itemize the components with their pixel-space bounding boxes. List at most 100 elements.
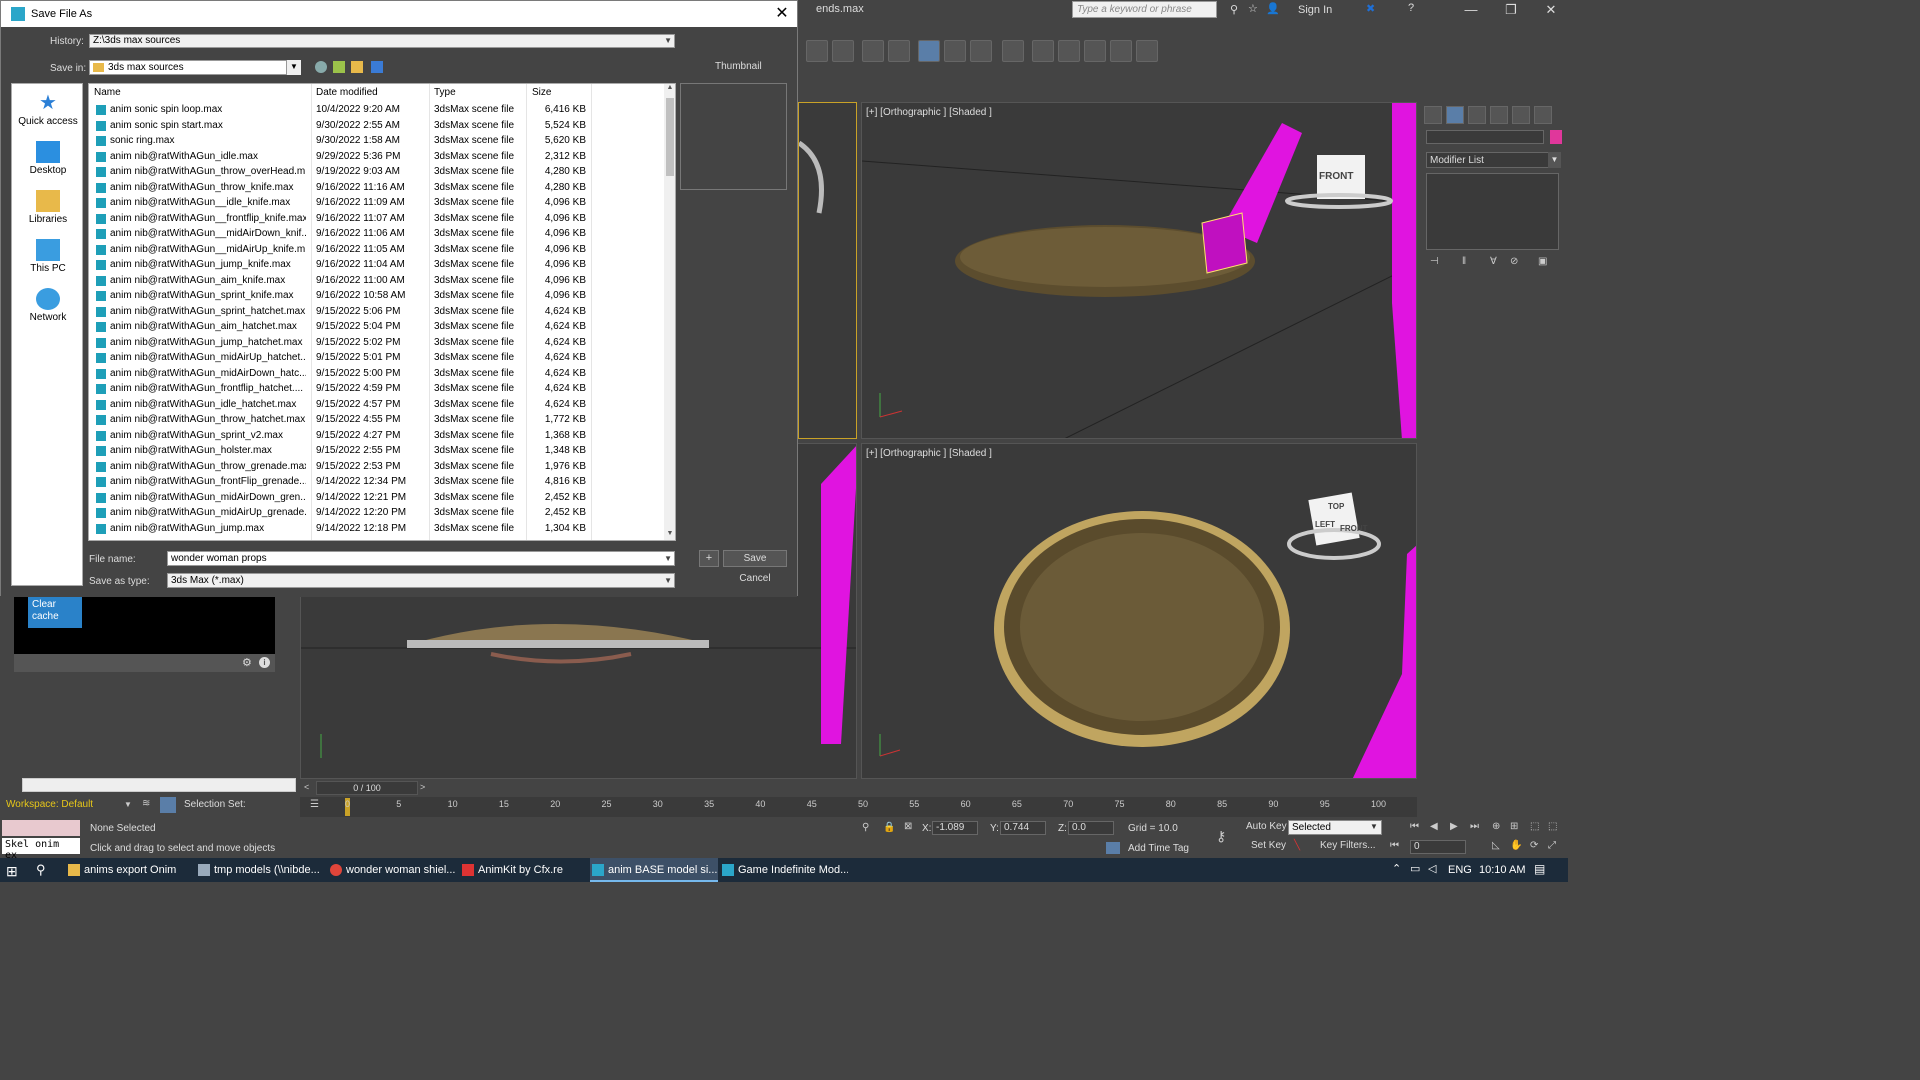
align-icon[interactable] [832,40,854,62]
time-slider-thumb[interactable]: 0 / 100 [316,781,418,795]
mirror-icon[interactable] [806,40,828,62]
dialog-titlebar[interactable]: Save File As ✕ [1,1,797,27]
file-row[interactable]: anim nib@ratWithAGun_midAirUp_hatchet...… [89,350,663,366]
curve-editor-icon[interactable] [944,40,966,62]
track-bar[interactable]: ☰ 0 5 10 15 20 25 30 35 40 45 50 55 60 65 70 75 80 85 90 95… [300,797,1417,817]
file-row[interactable]: anim nib@ratWithAGun_sprint_hatchet.max 9… [89,304,663,320]
chevron-down-icon[interactable]: ▼ [664,552,672,565]
place-libraries[interactable]: Libraries [12,190,84,225]
file-list[interactable]: Name Date modified Type Size anim sonic … [88,83,676,541]
taskbar-item[interactable]: AnimKit by Cfx.re [460,858,586,882]
column-header-date[interactable]: Date modified [316,87,378,98]
next-frame-icon[interactable]: ⏭ [1470,821,1479,832]
utilities-tab-icon[interactable] [1534,106,1552,124]
scrollbar-thumb[interactable] [666,98,674,176]
workspace-selector[interactable]: Workspace: Default [6,799,93,810]
file-row[interactable]: anim nib@ratWithAGun_throw_knife.max 9/16… [89,180,663,196]
column-header-name[interactable]: Name [94,87,121,98]
back-icon[interactable] [315,61,327,73]
file-row[interactable]: anim nib@ratWithAGun_throw_grenade.max 9/… [89,459,663,475]
render-setup-icon[interactable] [1032,40,1054,62]
chevron-down-icon[interactable]: ▼ [286,60,301,75]
z-coordinate-field[interactable]: 0.0 [1068,821,1114,835]
sign-in-link[interactable]: Sign In [1298,4,1332,16]
save-in-dropdown[interactable]: 3ds max sources [89,60,301,75]
key-mode-dropdown[interactable]: Selected [1288,820,1382,835]
layers-icon[interactable]: ≋ [142,798,150,809]
viewcube-front-label[interactable]: FRONT [1340,524,1368,533]
absolute-mode-icon[interactable]: ⊠ [904,821,912,832]
horizontal-scrollbar[interactable] [22,778,296,792]
viewport-bottom-right[interactable]: [+] [Orthographic ] [Shaded ] TOP LEFT F… [861,443,1417,779]
layer-explorer-icon[interactable] [862,40,884,62]
hierarchy-tab-icon[interactable] [1468,106,1486,124]
y-coordinate-field[interactable]: 0.744 [1000,821,1046,835]
x-coordinate-field[interactable]: -1.089 [932,821,978,835]
file-row[interactable]: anim nib@ratWithAGun__midAirUp_knife.m..… [89,242,663,258]
scene-explorer-icon[interactable] [918,40,940,62]
isolate-icon[interactable]: ⚲ [862,822,869,833]
file-row[interactable]: anim nib@ratWithAGun_idle_hatchet.max 9/1… [89,397,663,413]
viewcube-front-label[interactable]: FRONT [1319,171,1353,182]
file-row[interactable]: anim nib@ratWithAGun__midAirDown_knif...… [89,226,663,242]
tray-chevron-icon[interactable]: ⌃ [1392,862,1401,875]
notifications-icon[interactable]: ▤ [1534,862,1545,876]
file-row[interactable]: anim nib@ratWithAGun_jump_knife.max 9/16/… [89,257,663,273]
cancel-button[interactable]: Cancel [723,571,787,588]
time-slider-prev[interactable]: < [304,782,309,792]
key-icon[interactable]: ⚷ [1216,828,1226,845]
field-of-view-icon[interactable]: ◺ [1492,840,1500,851]
create-tab-icon[interactable] [1424,106,1442,124]
file-row[interactable]: anim nib@ratWithAGun_aim_hatchet.max 9/15… [89,319,663,335]
time-slider[interactable]: < 0 / 100 > [300,780,1417,796]
file-row[interactable]: anim nib@ratWithAGun_frontFlip_grenade..… [89,474,663,490]
selection-filter-icon[interactable] [160,797,176,813]
file-row[interactable]: anim nib@ratWithAGun_sprint_knife.max 9/1… [89,288,663,304]
file-row[interactable]: anim nib@ratWithAGun_midAirDown_hatc... 9… [89,366,663,382]
zoom-all-icon[interactable]: ⊞ [1510,821,1518,832]
display-tab-icon[interactable] [1512,106,1530,124]
gear-icon[interactable]: ⚙ [242,656,252,669]
history-dropdown[interactable]: Z:\3ds max sources ▼ [89,34,675,48]
file-row[interactable]: anim nib@ratWithAGun_midAirUp_grenade.ma… [89,505,663,521]
goto-start-icon[interactable]: ⏮ [1410,821,1419,832]
close-icon[interactable]: ✕ [767,1,797,27]
chevron-down-icon[interactable]: ▼ [1548,152,1561,168]
column-header-type[interactable]: Type [434,87,456,98]
file-row[interactable]: anim nib@ratWithAGun_aim_knife.max 9/16/2… [89,273,663,289]
chevron-down-icon[interactable]: ▼ [664,574,672,587]
file-row[interactable]: anim nib@ratWithAGun_jump_hatchet.max 9/1… [89,335,663,351]
maxscript-mini-listener[interactable]: Skel onim ex [2,838,80,861]
search-input[interactable]: Type a keyword or phrase [1072,1,1217,18]
file-row[interactable]: anim nib@ratWithAGun_idle.max 9/29/2022 5… [89,149,663,165]
volume-icon[interactable]: ◁ [1428,862,1436,875]
clock[interactable]: 10:10 AM [1479,858,1525,882]
view-menu-icon[interactable] [371,61,383,73]
viewcube-top-label[interactable]: TOP [1328,502,1344,511]
toggle-ribbon-icon[interactable] [888,40,910,62]
viewport-top-left[interactable] [798,102,857,439]
taskbar-item[interactable]: tmp models (\\nibde... [196,858,324,882]
star-icon[interactable]: ☆ [1248,2,1258,15]
maximize-viewport-icon[interactable]: ⤢ [1548,840,1556,851]
time-slider-next[interactable]: > [420,782,425,792]
autodesk-x-icon[interactable]: ✖ [1366,2,1375,15]
orbit-icon[interactable]: ⟳ [1530,840,1538,851]
file-row[interactable]: anim sonic spin start.max 9/30/2022 2:55 … [89,118,663,134]
search-icon[interactable]: ⚲ [36,862,46,878]
set-key-button[interactable]: Set Key [1251,840,1286,851]
viewport-top-right[interactable]: [+] [Orthographic ] [Shaded ] FRONT [861,102,1417,439]
file-row[interactable]: anim sonic spin loop.max 10/4/2022 9:20 A… [89,102,663,118]
modify-tab-icon[interactable] [1446,106,1464,124]
goto-end-icon[interactable]: ⏮ [1390,840,1399,851]
prev-frame-icon[interactable]: ◀ [1430,821,1438,832]
configure-sets-icon[interactable]: ▣ [1538,256,1547,267]
show-end-result-icon[interactable]: ‖ [1462,256,1466,267]
place-quick-access[interactable]: ★ Quick access [12,92,84,127]
modifier-stack[interactable] [1426,173,1559,250]
windows-start-icon[interactable]: ⊞ [6,863,18,880]
place-this-pc[interactable]: This PC [12,239,84,274]
zoom-extents-icon[interactable]: ⬚ [1530,821,1539,832]
render-a360-icon[interactable] [1136,40,1158,62]
time-tag-icon[interactable] [1106,842,1120,854]
